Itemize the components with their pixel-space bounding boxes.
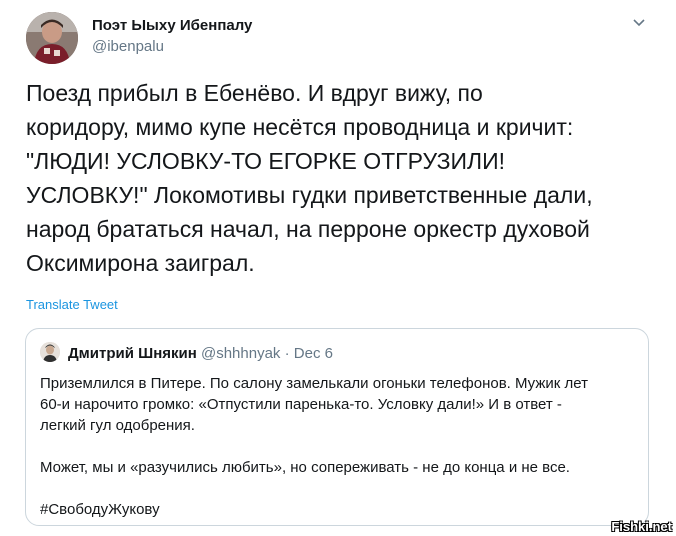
tweet-text-line: "ЛЮДИ! УСЛОВКУ-ТО ЕГОРКЕ ОТГРУЗИЛИ! bbox=[26, 148, 506, 174]
author-name[interactable]: Поэт Ыыху Ибенпалу bbox=[92, 17, 252, 34]
quoted-author-name: Дмитрий Шнякин bbox=[68, 345, 197, 362]
quoted-tweet-date: Dec 6 bbox=[293, 345, 333, 362]
tweet-text-line: УСЛОВКУ!" Локомотивы гудки приветственны… bbox=[26, 182, 593, 208]
quoted-text-line: Приземлился в Питере. По салону замелька… bbox=[40, 375, 588, 392]
quoted-tweet-header: Дмитрий Шнякин @shhhnyak · Dec 6 bbox=[68, 345, 333, 362]
quoted-text-line: 60-и нарочито громко: «Отпустили пареньк… bbox=[40, 396, 562, 413]
author-avatar[interactable] bbox=[26, 12, 78, 64]
watermark: Fishki.net bbox=[611, 519, 672, 534]
chevron-down-icon[interactable] bbox=[630, 14, 648, 32]
quoted-text-line: легкий гул одобрения. bbox=[40, 417, 195, 434]
quoted-text-line: Может, мы и «разучились любить», но сопе… bbox=[40, 459, 570, 476]
tweet-text-line: Поезд прибыл в Ебенёво. И вдруг вижу, по bbox=[26, 80, 483, 106]
quoted-tweet-text: Приземлился в Питере. По салону замелька… bbox=[40, 373, 636, 520]
tweet-text-line: коридору, мимо купе несётся проводница и… bbox=[26, 114, 574, 140]
author-handle[interactable]: @ibenpalu bbox=[92, 38, 164, 55]
quoted-hashtag[interactable]: #СвободуЖукову bbox=[40, 499, 636, 520]
quoted-tweet[interactable]: Дмитрий Шнякин @shhhnyak · Dec 6 Приземл… bbox=[25, 328, 649, 526]
separator-dot: · bbox=[284, 345, 290, 362]
tweet-text-line: народ брататься начал, на перроне оркест… bbox=[26, 216, 590, 242]
translate-tweet-link[interactable]: Translate Tweet bbox=[26, 297, 118, 312]
tweet-text: Поезд прибыл в Ебенёво. И вдруг вижу, по… bbox=[26, 76, 662, 280]
quoted-author-handle: @shhhnyak bbox=[200, 345, 281, 362]
quoted-author-avatar bbox=[40, 342, 60, 362]
tweet: Поэт Ыыху Ибенпалу @ibenpalu Поезд прибы… bbox=[0, 0, 676, 536]
tweet-text-line: Оксимирона заиграл. bbox=[26, 250, 255, 276]
